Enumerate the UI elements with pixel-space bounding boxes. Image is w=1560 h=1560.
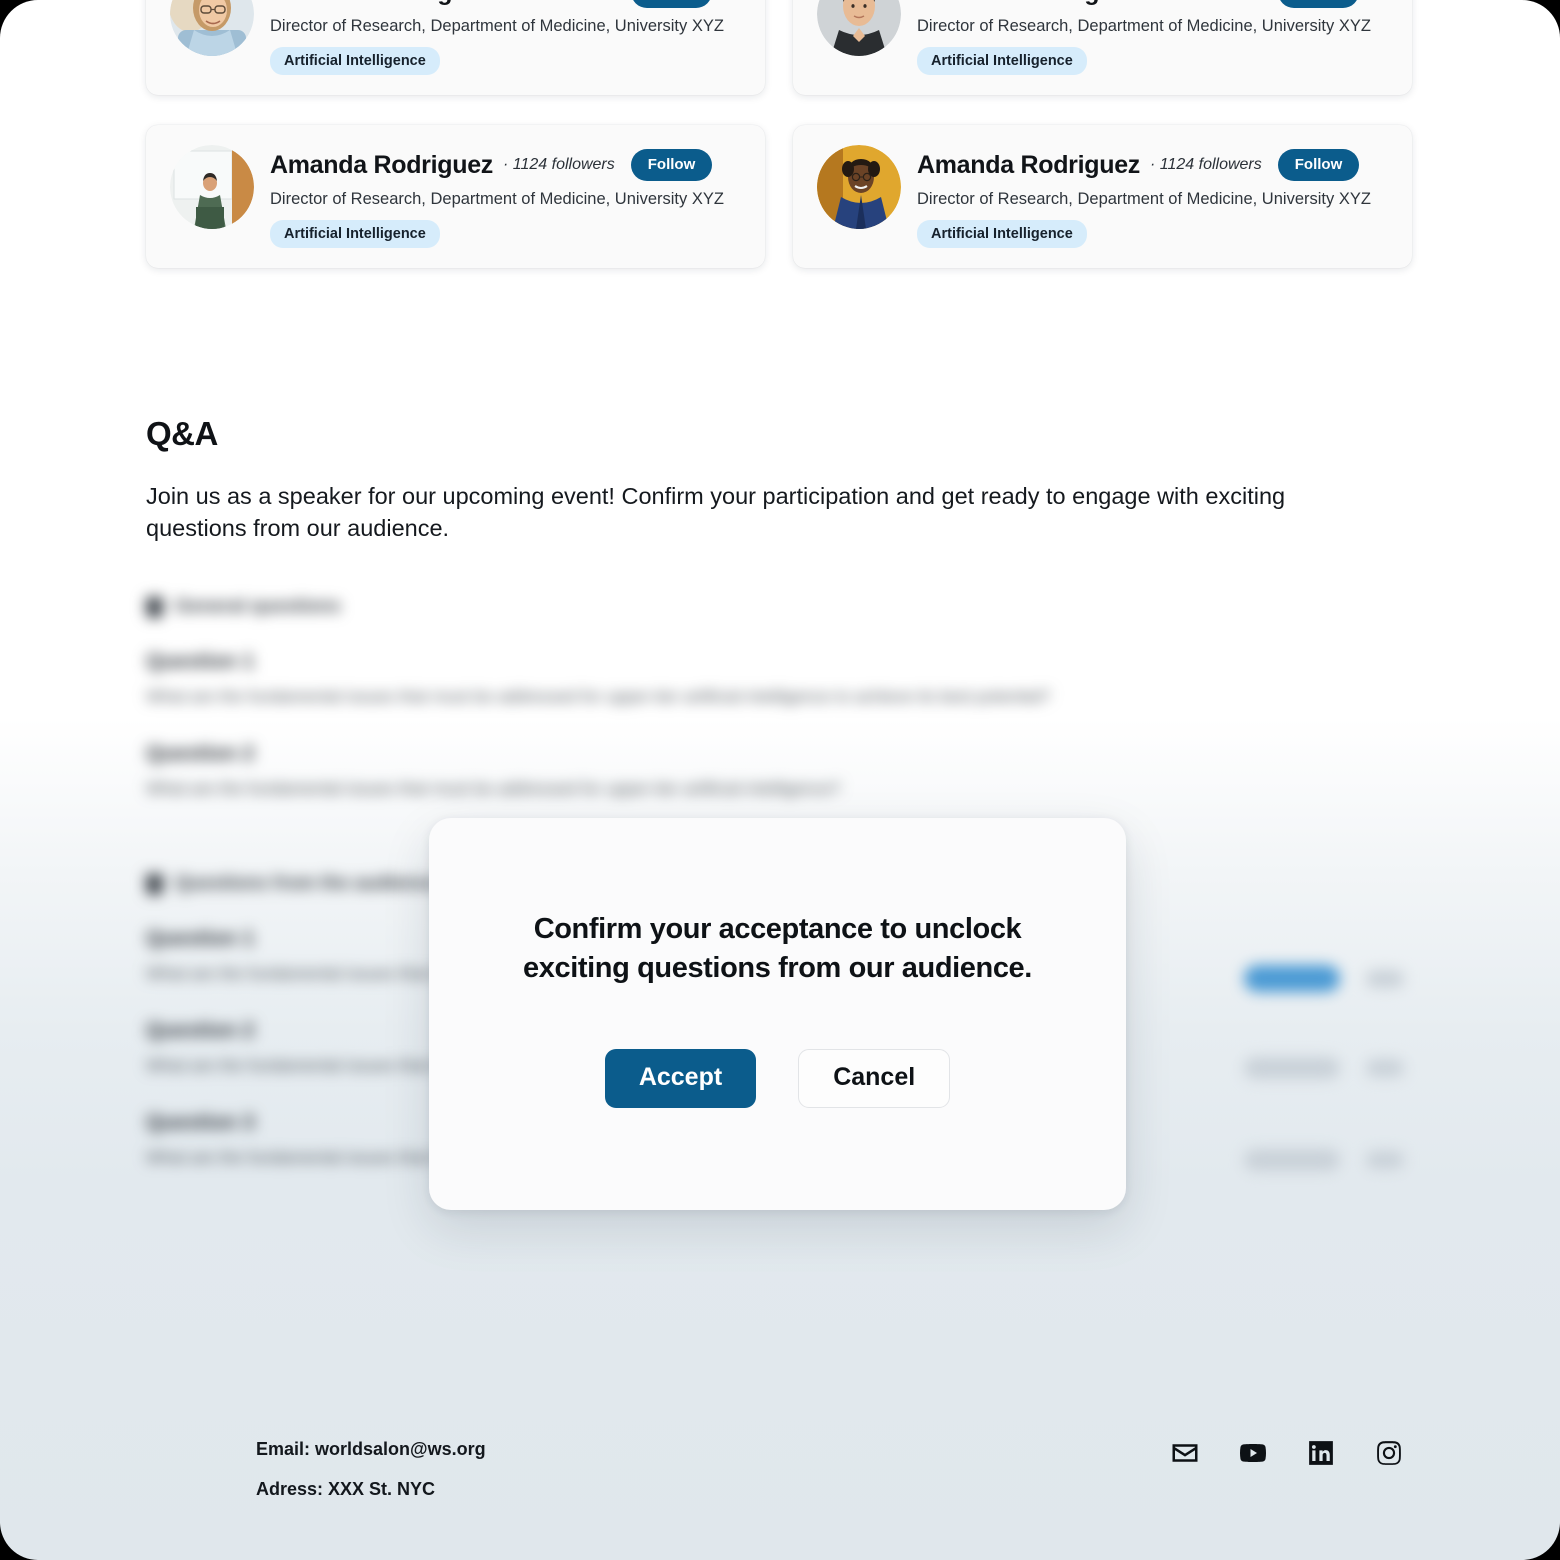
question-actions bbox=[1244, 1056, 1404, 1079]
speaker-name-row: Amanda Rodriguez · 1124 followers Follow bbox=[270, 0, 743, 8]
modal-title: Confirm your acceptance to unclock excit… bbox=[523, 913, 1032, 984]
linkedin-icon[interactable] bbox=[1306, 1438, 1336, 1468]
man-dark-shirt-photo bbox=[817, 0, 901, 56]
answered-badge bbox=[1244, 1148, 1340, 1171]
skip-button[interactable] bbox=[1366, 969, 1404, 988]
question-item: Question 2 What are the fundamental issu… bbox=[146, 742, 1412, 802]
footer-email: Email: worldsalon@ws.org bbox=[256, 1439, 486, 1459]
bookmark-icon bbox=[146, 596, 163, 618]
qa-intro-text: Join us as a speaker for our upcoming ev… bbox=[146, 483, 1286, 542]
avatar bbox=[817, 145, 901, 229]
woman-blonde-glasses-photo bbox=[170, 0, 254, 56]
topic-tag: Artificial Intelligence bbox=[270, 220, 440, 248]
speaker-info: Amanda Rodriguez · 1124 followers Follow… bbox=[917, 0, 1390, 75]
question-actions bbox=[1244, 965, 1404, 993]
speaker-name: Amanda Rodriguez bbox=[917, 150, 1140, 179]
topic-tag: Artificial Intelligence bbox=[917, 47, 1087, 75]
speaker-name: Amanda Rodriguez bbox=[270, 150, 493, 179]
speaker-name: Amanda Rodriguez bbox=[270, 0, 493, 7]
avatar bbox=[170, 145, 254, 229]
follower-count: · 1124 followers bbox=[503, 156, 615, 173]
qa-subsection-heading: General questions bbox=[146, 596, 1412, 618]
speaker-title: Director of Research, Department of Medi… bbox=[270, 190, 724, 208]
qa-section-heading: Q&A bbox=[146, 415, 218, 452]
youtube-icon[interactable] bbox=[1238, 1438, 1268, 1468]
question-actions bbox=[1244, 1148, 1404, 1171]
speaker-name: Amanda Rodriguez bbox=[917, 0, 1140, 7]
edit-button[interactable] bbox=[1366, 1150, 1404, 1169]
speaker-info: Amanda Rodriguez · 1124 followers Follow… bbox=[270, 145, 743, 248]
social-links bbox=[1170, 1438, 1404, 1468]
speaker-card[interactable]: Amanda Rodriguez · 1124 followers Follow… bbox=[793, 0, 1412, 95]
qa-subsection-label: General questions bbox=[175, 596, 341, 617]
cancel-button[interactable]: Cancel bbox=[798, 1049, 951, 1109]
follow-button[interactable]: Follow bbox=[630, 149, 713, 181]
topic-tag: Artificial Intelligence bbox=[270, 47, 440, 75]
question-label: Question 1 bbox=[146, 650, 255, 673]
follower-count: · 1124 followers bbox=[1150, 0, 1262, 1]
speaker-info: Amanda Rodriguez · 1124 followers Follow… bbox=[917, 145, 1390, 248]
confirmation-modal: Confirm your acceptance to unclock excit… bbox=[429, 818, 1126, 1210]
qa-subsection-label: Questions from the audience bbox=[175, 873, 437, 895]
page-footer: Email: worldsalon@ws.org Adress: XXX St.… bbox=[0, 1398, 1560, 1560]
speaker-info: Amanda Rodriguez · 1124 followers Follow… bbox=[270, 0, 743, 75]
speaker-card[interactable]: Amanda Rodriguez · 1124 followers Follow… bbox=[793, 125, 1412, 268]
edit-button[interactable] bbox=[1366, 1058, 1404, 1077]
question-item: Question 1 What are the fundamental issu… bbox=[146, 650, 1412, 710]
speaker-title: Director of Research, Department of Medi… bbox=[917, 17, 1371, 35]
question-text: What are the fundamental issues that mus… bbox=[146, 778, 841, 798]
bookmark-icon bbox=[146, 873, 163, 895]
follow-button[interactable]: Follow bbox=[630, 0, 713, 8]
follow-button[interactable]: Follow bbox=[1277, 0, 1360, 8]
footer-contact: Email: worldsalon@ws.org Adress: XXX St.… bbox=[256, 1440, 486, 1498]
speaker-name-row: Amanda Rodriguez · 1124 followers Follow bbox=[917, 0, 1390, 8]
speaker-title: Director of Research, Department of Medi… bbox=[917, 190, 1371, 208]
topic-tag: Artificial Intelligence bbox=[917, 220, 1087, 248]
man-blue-shirt-yellow-background-photo bbox=[817, 145, 901, 229]
email-icon[interactable] bbox=[1170, 1438, 1200, 1468]
avatar bbox=[817, 0, 901, 56]
page-root: Amanda Rodriguez · 1124 followers Follow… bbox=[0, 0, 1560, 1560]
follow-button[interactable]: Follow bbox=[1277, 149, 1360, 181]
speaker-title: Director of Research, Department of Medi… bbox=[270, 17, 724, 35]
answer-button[interactable] bbox=[1244, 965, 1340, 993]
speaker-name-row: Amanda Rodriguez · 1124 followers Follow bbox=[270, 149, 743, 181]
question-text: What are the fundamental issues that mus… bbox=[146, 687, 1051, 706]
follower-count: · 1124 followers bbox=[1150, 156, 1262, 173]
speaker-name-row: Amanda Rodriguez · 1124 followers Follow bbox=[917, 149, 1390, 181]
avatar bbox=[170, 0, 254, 56]
speaker-card-grid: Amanda Rodriguez · 1124 followers Follow… bbox=[146, 0, 1412, 268]
speaker-card[interactable]: Amanda Rodriguez · 1124 followers Follow… bbox=[146, 125, 765, 268]
man-presenting-whiteboard-photo bbox=[170, 145, 254, 229]
accept-button[interactable]: Accept bbox=[604, 1049, 757, 1109]
speaker-card[interactable]: Amanda Rodriguez · 1124 followers Follow… bbox=[146, 0, 765, 95]
footer-address: Adress: XXX St. NYC bbox=[256, 1479, 436, 1499]
modal-actions: Accept Cancel bbox=[604, 1049, 951, 1109]
instagram-icon[interactable] bbox=[1374, 1438, 1404, 1468]
follower-count: · 1124 followers bbox=[503, 0, 615, 1]
question-label: Question 2 bbox=[146, 741, 255, 765]
answered-badge bbox=[1244, 1056, 1340, 1079]
